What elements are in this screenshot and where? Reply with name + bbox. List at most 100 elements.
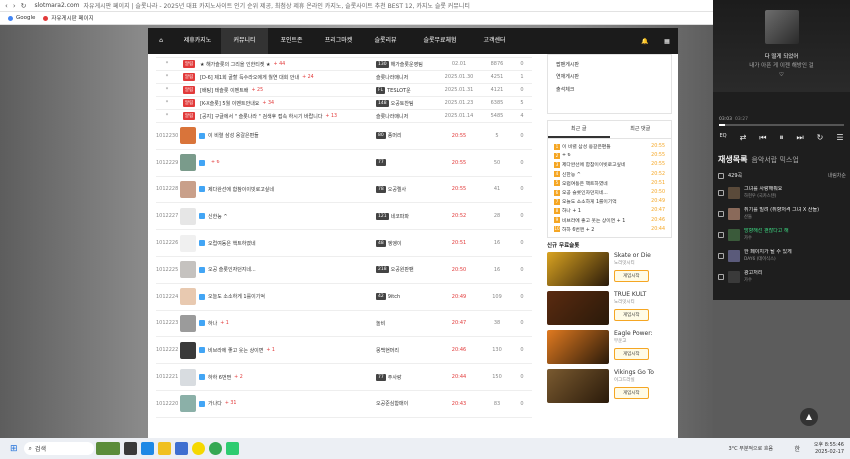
post-row[interactable]: 1012220 가나다 + 31 오공준심함매이 20:43 83 0 bbox=[156, 391, 532, 418]
weather-widget[interactable]: 3°C 부분적으로 흐음 bbox=[728, 446, 788, 452]
recent-item[interactable]: 2 + 6 20:55 bbox=[554, 151, 665, 160]
author-name[interactable]: 종머리 bbox=[388, 132, 402, 139]
recent-item[interactable]: 5 오럽여동은 핵트하였네 20:51 bbox=[554, 179, 665, 188]
chrome-icon[interactable] bbox=[208, 442, 222, 455]
app-icon[interactable] bbox=[140, 442, 154, 455]
post-thumbnail[interactable] bbox=[180, 341, 196, 359]
post-title-text[interactable]: [공지] 구글에서 " 슬롯나라 " 검색후 접속 하시기 바랍니다 bbox=[200, 113, 322, 120]
recent-item[interactable]: 7 오늘도 소소하게 1를이기억 20:49 bbox=[554, 197, 665, 206]
post-row[interactable]: 1012221 하하 6번쩐 + 2 77 주사랑 20:44 150 0 bbox=[156, 364, 532, 391]
post-title[interactable]: 비브라에 좋고 웃는 상이면 + 1 bbox=[199, 347, 376, 354]
nav-item[interactable]: 슬롯리뷰 bbox=[362, 28, 409, 54]
pinned-row[interactable]: * 알림 [K-X슬롯] 5월 이벤트안내요 + 34 148 오공토찬팀 2025.01.… bbox=[156, 97, 532, 110]
menu-icon[interactable]: ☰ bbox=[836, 133, 843, 143]
game-name[interactable]: Eagle Power: bbox=[614, 330, 653, 337]
home-icon[interactable]: ⌂ bbox=[148, 28, 174, 54]
author-cell[interactable]: 슬롯나라매니저 bbox=[376, 113, 436, 120]
nav-item[interactable]: 제휴카지노 bbox=[174, 28, 221, 54]
recent-title[interactable]: 오늘도 소소하게 1를이기억 bbox=[562, 198, 649, 205]
pause-icon[interactable]: ⏸ bbox=[779, 133, 783, 143]
recent-title[interactable]: 신한능 ^ bbox=[562, 171, 649, 178]
game-name[interactable]: Skate or Die bbox=[614, 252, 651, 259]
author-cell[interactable]: FL TESLOT운 bbox=[376, 86, 436, 94]
song-title[interactable]: 그녀를 사랑해줘요 bbox=[744, 186, 782, 193]
address-bar[interactable]: slotmara2.com bbox=[35, 2, 80, 9]
recent-title[interactable]: 오공 슬롯인자던지네... bbox=[562, 189, 649, 196]
post-title-text[interactable]: 신한능 ^ bbox=[208, 213, 228, 220]
prev-icon[interactable]: ⏮ bbox=[759, 133, 766, 143]
task-view-icon[interactable] bbox=[123, 442, 137, 455]
post-title[interactable]: [D-6] 제1회 골할 득수라오에게 월연 대회 안내 + 24 bbox=[200, 74, 376, 81]
scroll-top-button[interactable]: ▲ bbox=[800, 408, 818, 426]
recent-title[interactable]: 오럽여동은 핵트하였네 bbox=[562, 180, 649, 187]
author-cell[interactable]: 놀비 bbox=[376, 320, 436, 327]
pinned-row[interactable]: * 알림 [공지] 구글에서 " 슬롯나라 " 검색후 접속 하시기 바랍니다 + 1… bbox=[156, 110, 532, 123]
author-cell[interactable]: 77 bbox=[376, 159, 436, 167]
post-title[interactable]: [공지] 구글에서 " 슬롯나라 " 검색후 접속 하시기 바랍니다 + 13 bbox=[200, 113, 376, 120]
song-title[interactable]: 방향해선 괜찮다고 해 bbox=[744, 228, 789, 235]
post-thumbnail[interactable] bbox=[180, 261, 196, 279]
repeat-icon[interactable]: ↻ bbox=[817, 133, 824, 143]
recent-item[interactable]: 1이 비렬 삼성 옹갈은편들 20:55 bbox=[554, 142, 665, 151]
game-thumbnail[interactable] bbox=[547, 251, 609, 286]
post-title[interactable]: 하나 + 1 bbox=[199, 320, 376, 327]
kakao-icon[interactable] bbox=[191, 442, 205, 455]
item-checkbox[interactable] bbox=[718, 274, 724, 280]
post-thumbnail[interactable] bbox=[180, 288, 196, 306]
author-name[interactable]: TESLOT운 bbox=[387, 87, 411, 94]
select-all-checkbox[interactable] bbox=[718, 172, 724, 179]
post-title[interactable]: [K-X슬롯] 5월 이벤트안내요 + 34 bbox=[200, 100, 376, 107]
post-title-text[interactable]: [배팅] 테슬롯 이벤트배 bbox=[200, 87, 248, 94]
author-name[interactable]: 네코파파 bbox=[391, 213, 409, 220]
game-thumbnail[interactable] bbox=[547, 329, 609, 364]
post-thumbnail[interactable] bbox=[180, 207, 196, 225]
bookmark-google[interactable]: Google bbox=[8, 15, 35, 21]
game-card[interactable]: TRUE KULT 노리밋시티 게임시작 bbox=[547, 290, 672, 325]
author-name[interactable]: 엥엥이 bbox=[388, 240, 402, 247]
post-title[interactable]: 가나다 + 31 bbox=[199, 400, 376, 407]
recent-title[interactable]: 하하 6번쩐 + 2 bbox=[562, 226, 649, 233]
game-card[interactable]: Skate or Die 노리밋시티 게임시작 bbox=[547, 251, 672, 286]
post-row[interactable]: 1012230 이 비렬 삼성 옹갈은편들 80 종머리 20:55 5 0 bbox=[156, 123, 532, 150]
post-title-text[interactable]: 이 비렬 삼성 옹갈은편들 bbox=[208, 132, 259, 139]
author-cell[interactable]: 77 주사랑 bbox=[376, 373, 436, 381]
author-name[interactable]: 놀비 bbox=[376, 320, 385, 327]
game-name[interactable]: Vikings Go To bbox=[614, 369, 654, 376]
recent-item[interactable]: 3 제다완선에 합참이이빗로고싶네 20:55 bbox=[554, 160, 665, 169]
side-menu-item[interactable]: 출석체크 bbox=[556, 83, 663, 96]
recent-title[interactable]: 하나 + 1 bbox=[562, 207, 649, 214]
post-thumbnail[interactable] bbox=[180, 234, 196, 252]
app-icon[interactable] bbox=[95, 442, 120, 455]
post-title[interactable]: 제다완선에 합참이이빗로고싶네 bbox=[199, 186, 376, 193]
pinned-row[interactable]: * 알림 [D-6] 제1회 골할 득수라오에게 월연 대회 안내 + 24 슬롯나라매… bbox=[156, 71, 532, 84]
post-title-text[interactable]: 제다완선에 합참이이빗로고싶네 bbox=[208, 186, 274, 193]
app-icon[interactable] bbox=[174, 442, 188, 455]
post-thumbnail[interactable] bbox=[180, 127, 196, 145]
author-name[interactable]: 9itch bbox=[388, 294, 400, 300]
bookmark-board[interactable]: 자유게시판 페이지 bbox=[43, 14, 94, 22]
progress-bar[interactable] bbox=[719, 124, 844, 126]
playlist-item[interactable]: 광고저리 가수 bbox=[718, 270, 846, 284]
post-title[interactable]: 오공 슬롯인자던지네... bbox=[199, 266, 376, 273]
post-thumbnail[interactable] bbox=[180, 368, 196, 386]
post-row[interactable]: 1012227 신한능 ^ 121 네코파파 20:52 28 0 bbox=[156, 203, 532, 231]
music-app-icon[interactable] bbox=[225, 442, 239, 455]
bell-icon[interactable]: 🔔 bbox=[634, 38, 656, 45]
game-start-button[interactable]: 게임시작 bbox=[614, 269, 649, 282]
grid-menu-icon[interactable]: ▦ bbox=[656, 38, 678, 45]
post-title[interactable]: + 6 bbox=[199, 159, 376, 166]
recent-item[interactable]: 4 신한능 ^ 20:52 bbox=[554, 170, 665, 179]
post-thumbnail[interactable] bbox=[180, 154, 196, 172]
playlist-tabs[interactable]: 음악서랍 믹스업 bbox=[751, 156, 798, 164]
post-title[interactable]: [배팅] 테슬롯 이벤트배 + 25 bbox=[200, 87, 376, 94]
item-checkbox[interactable] bbox=[718, 232, 724, 238]
recent-title[interactable]: + 6 bbox=[562, 153, 649, 158]
post-row[interactable]: 1012224 오늘도 소소하게 1를이기억 42 9itch 20:49 109 0 bbox=[156, 284, 532, 311]
forward-icon[interactable]: › bbox=[13, 2, 16, 10]
post-title-text[interactable]: 오늘도 소소하게 1를이기억 bbox=[208, 293, 265, 300]
post-row[interactable]: 1012228 제다완선에 합참이이빗로고싶네 78 오공렐사 20:55 41 0 bbox=[156, 177, 532, 204]
playlist-item[interactable]: 한 페이지가 될 수 있게 DAY6 (데이식스) bbox=[718, 249, 846, 263]
author-name[interactable]: 오공토찬팀 bbox=[391, 100, 414, 107]
post-title[interactable]: 오늘도 소소하게 1를이기억 bbox=[199, 293, 376, 300]
side-menu-item[interactable]: 팝팬게시판 bbox=[556, 58, 663, 71]
